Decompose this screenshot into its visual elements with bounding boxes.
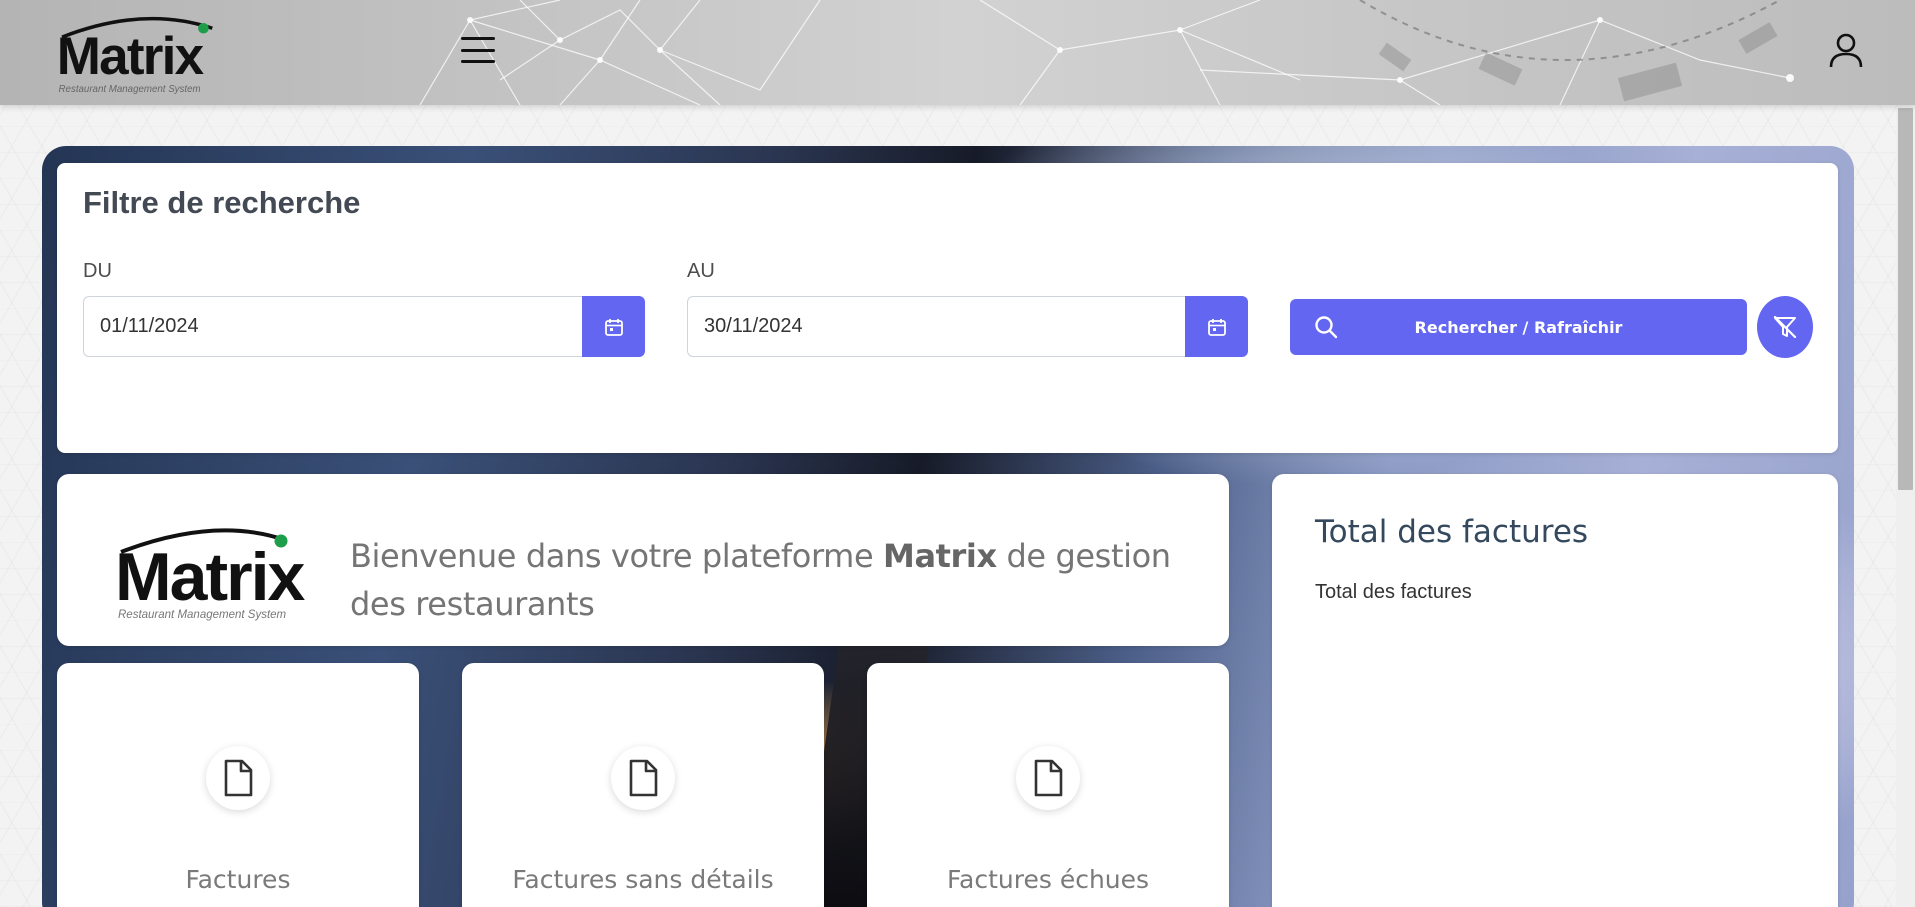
top-bar: Matrix Restaurant Management System bbox=[0, 0, 1915, 105]
search-refresh-label: Rechercher / Rafraîchir bbox=[1414, 317, 1623, 337]
welcome-message: Bienvenue dans votre plateforme Matrix d… bbox=[350, 537, 1171, 623]
user-icon[interactable] bbox=[1826, 30, 1866, 70]
calendar-icon bbox=[1207, 318, 1226, 336]
invoices-label: Factures bbox=[185, 865, 291, 894]
search-icon bbox=[1315, 316, 1338, 339]
document-icon bbox=[1034, 759, 1063, 797]
invoices-card[interactable]: Factures bbox=[57, 663, 419, 907]
welcome-card: Matrix Restaurant Management System Bien… bbox=[57, 474, 1229, 646]
search-refresh-button[interactable]: Rechercher / Rafraîchir bbox=[1290, 299, 1747, 355]
svg-text:Restaurant Management System: Restaurant Management System bbox=[118, 609, 287, 621]
calendar-icon bbox=[604, 318, 623, 336]
overdue-invoices-card[interactable]: Factures échues bbox=[867, 663, 1229, 907]
filter-off-icon bbox=[1773, 315, 1797, 339]
matrix-logo: Matrix Restaurant Management System bbox=[115, 528, 307, 621]
hamburger-menu-icon[interactable] bbox=[458, 32, 498, 68]
to-date-label: AU bbox=[687, 260, 715, 282]
svg-text:Matrix: Matrix bbox=[57, 27, 205, 86]
search-filter-card: Filtre de recherche DU 01/11/2024 AU 30/… bbox=[57, 163, 1838, 453]
total-invoices-card: Total des factures Total des factures bbox=[1272, 474, 1838, 907]
document-icon bbox=[629, 759, 658, 797]
svg-text:Restaurant Management System: Restaurant Management System bbox=[59, 84, 201, 95]
matrix-logo: Matrix Restaurant Management System bbox=[57, 16, 213, 95]
from-date-input[interactable]: 01/11/2024 bbox=[83, 296, 583, 357]
to-calendar-button[interactable] bbox=[1185, 296, 1248, 357]
invoices-without-details-label: Factures sans détails bbox=[512, 865, 774, 894]
total-invoices-subtitle: Total des factures bbox=[1315, 581, 1472, 603]
scrollbar-thumb[interactable] bbox=[1898, 108, 1913, 490]
invoices-without-details-card[interactable]: Factures sans détails bbox=[462, 663, 824, 907]
welcome-brand: Matrix bbox=[883, 537, 997, 575]
to-date-input[interactable]: 30/11/2024 bbox=[687, 296, 1187, 357]
from-calendar-button[interactable] bbox=[582, 296, 645, 357]
document-icon bbox=[224, 759, 253, 797]
svg-text:Matrix: Matrix bbox=[115, 539, 305, 615]
clear-filter-button[interactable] bbox=[1757, 296, 1813, 358]
network-background-graphic bbox=[419, 0, 1794, 105]
total-invoices-title: Total des factures bbox=[1315, 514, 1589, 550]
from-date-label: DU bbox=[83, 260, 112, 282]
filter-title: Filtre de recherche bbox=[83, 185, 361, 220]
overdue-invoices-label: Factures échues bbox=[946, 865, 1150, 894]
